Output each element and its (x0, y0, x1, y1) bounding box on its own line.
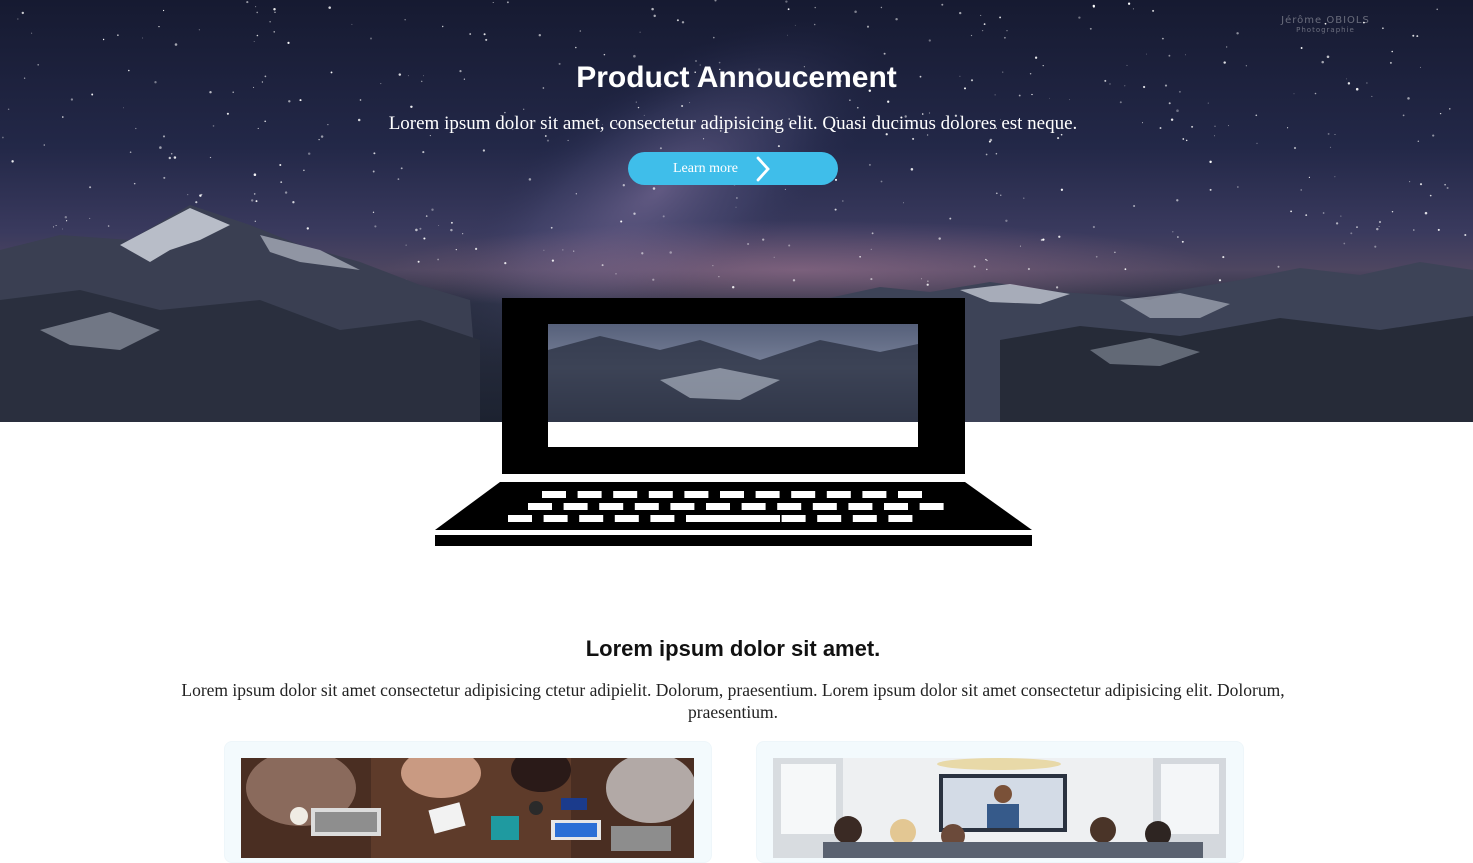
keyboard-key (686, 515, 780, 522)
keyboard-key (812, 503, 837, 510)
keyboard-key (888, 515, 913, 522)
keyboard-key (898, 491, 922, 498)
section-title: Lorem ipsum dolor sit amet. (585, 636, 881, 661)
keyboard-key (919, 503, 944, 510)
keyboard-key (579, 515, 604, 522)
keyboard-key (848, 503, 873, 510)
keyboard-key (650, 515, 675, 522)
team-meeting-image (241, 758, 694, 858)
keyboard-key (684, 491, 709, 498)
keyboard-key (670, 503, 695, 510)
keyboard-key (577, 491, 602, 498)
keyboard-key (563, 503, 588, 510)
keyboard-key (543, 515, 568, 522)
keyboard-key (648, 491, 673, 498)
keyboard-key (817, 515, 842, 522)
feature-card (756, 741, 1244, 863)
keyboard-key (599, 503, 624, 510)
video-conference-image (773, 758, 1226, 858)
keyboard-key (508, 515, 532, 522)
keyboard-key (720, 491, 744, 498)
keyboard-key (741, 503, 766, 510)
keyboard-key (542, 491, 566, 498)
keyboard-key (884, 503, 908, 510)
section-text: Lorem ipsum dolor sit amet consectetur a… (181, 680, 1285, 722)
keyboard-key (791, 491, 816, 498)
keyboard-key (614, 515, 639, 522)
keyboard-key (862, 491, 887, 498)
keyboard-key (613, 491, 638, 498)
keyboard-key (706, 503, 730, 510)
keyboard-key (826, 491, 851, 498)
laptop-illustration (435, 298, 1032, 546)
feature-card (224, 741, 712, 863)
keyboard-key (781, 515, 806, 522)
keyboard-key (755, 491, 780, 498)
keyboard-key (852, 515, 877, 522)
keyboard-key (634, 503, 659, 510)
keyboard-key (777, 503, 802, 510)
keyboard-key (528, 503, 552, 510)
